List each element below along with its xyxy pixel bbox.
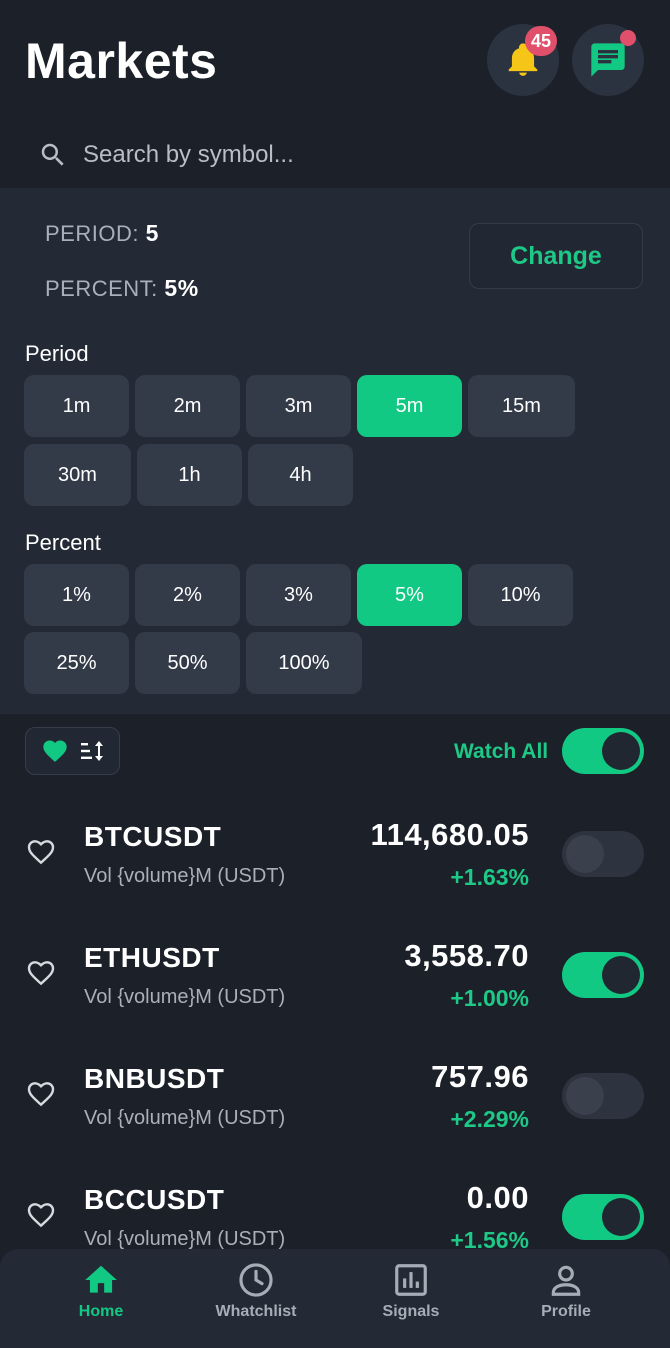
- price: 0.00: [466, 1180, 529, 1215]
- percent-chip-50[interactable]: 50%: [135, 632, 240, 694]
- symbol: ETHUSDT: [84, 942, 220, 973]
- percent-chip-25[interactable]: 25%: [24, 632, 129, 694]
- percent-chip-5[interactable]: 5%: [357, 564, 462, 626]
- nav-signals[interactable]: Signals: [336, 1249, 486, 1348]
- percent-summary-value: 5%: [164, 275, 199, 301]
- price: 3,558.70: [404, 938, 529, 973]
- nav-watchlist-label: Whatchlist: [215, 1303, 297, 1320]
- heart-outline-icon[interactable]: [24, 836, 58, 868]
- market-row-ethusdt[interactable]: ETHUSDT Vol {volume}M (USDT) 3,558.70 +1…: [0, 928, 670, 1049]
- toggle-knob: [602, 1198, 640, 1236]
- nav-signals-label: Signals: [382, 1303, 440, 1320]
- watch-toggle[interactable]: [562, 952, 644, 998]
- toggle-knob: [566, 835, 604, 873]
- change-button[interactable]: Change: [469, 223, 643, 289]
- percent-change: +2.29%: [450, 1106, 529, 1132]
- nav-profile[interactable]: Profile: [491, 1249, 641, 1348]
- watch-toggle[interactable]: [562, 831, 644, 877]
- period-summary-label: PERIOD:: [45, 221, 139, 246]
- period-chip-2m[interactable]: 2m: [135, 375, 240, 437]
- watch-all-label: Watch All: [454, 740, 549, 763]
- bar-chart-icon: [395, 1264, 427, 1296]
- heart-outline-icon[interactable]: [24, 1078, 58, 1110]
- notifications-button[interactable]: 45: [487, 24, 559, 96]
- watch-toggle[interactable]: [562, 1073, 644, 1119]
- percent-chip-100[interactable]: 100%: [246, 632, 362, 694]
- toggle-knob: [566, 1077, 604, 1115]
- sort-icon: [80, 741, 103, 761]
- percent-section-title: Percent: [25, 530, 101, 555]
- toggle-knob: [602, 732, 640, 770]
- period-chip-5m[interactable]: 5m: [357, 375, 462, 437]
- period-summary-value: 5: [145, 220, 159, 246]
- percent-chip-10[interactable]: 10%: [468, 564, 573, 626]
- percent-summary-label: PERCENT:: [45, 276, 158, 301]
- period-chip-15m[interactable]: 15m: [468, 375, 575, 437]
- percent-change: +1.00%: [450, 985, 529, 1011]
- percent-chip-3[interactable]: 3%: [246, 564, 351, 626]
- home-icon: [85, 1265, 117, 1293]
- period-section-title: Period: [25, 341, 89, 366]
- market-row-bnbusdt[interactable]: BNBUSDT Vol {volume}M (USDT) 757.96 +2.2…: [0, 1049, 670, 1170]
- watch-toggle[interactable]: [562, 1194, 644, 1240]
- nav-home-label: Home: [78, 1303, 124, 1320]
- market-row-btcusdt[interactable]: BTCUSDT Vol {volume}M (USDT) 114,680.05 …: [0, 807, 670, 928]
- volume: Vol {volume}M (USDT): [84, 1107, 286, 1129]
- percent-change: +1.63%: [450, 864, 529, 890]
- chat-icon: [591, 43, 625, 77]
- volume: Vol {volume}M (USDT): [84, 865, 286, 887]
- bottom-nav: Home Whatchlist Signals Profile: [0, 1249, 670, 1348]
- period-chip-30m[interactable]: 30m: [24, 444, 131, 506]
- period-summary: PERIOD: 5: [45, 220, 159, 247]
- toggle-knob: [602, 956, 640, 994]
- nav-profile-label: Profile: [541, 1303, 591, 1320]
- heart-outline-icon[interactable]: [24, 1199, 58, 1231]
- clock-icon: [239, 1263, 273, 1297]
- notification-badge: 45: [525, 26, 557, 56]
- search-icon: [41, 143, 64, 166]
- price: 114,680.05: [370, 817, 529, 852]
- heart-outline-icon[interactable]: [24, 957, 58, 989]
- volume: Vol {volume}M (USDT): [84, 1228, 286, 1250]
- percent-chip-1[interactable]: 1%: [24, 564, 129, 626]
- symbol: BTCUSDT: [84, 821, 222, 852]
- watch-all-toggle[interactable]: [562, 728, 644, 774]
- search-input[interactable]: Search by symbol...: [83, 141, 294, 169]
- price: 757.96: [431, 1059, 529, 1094]
- period-chip-1h[interactable]: 1h: [137, 444, 242, 506]
- percent-chip-2[interactable]: 2%: [135, 564, 240, 626]
- heart-filled-icon: [42, 740, 67, 762]
- nav-home[interactable]: Home: [26, 1249, 176, 1348]
- symbol: BCCUSDT: [84, 1184, 225, 1215]
- nav-watchlist[interactable]: Whatchlist: [181, 1249, 331, 1348]
- period-chip-4h[interactable]: 4h: [248, 444, 353, 506]
- messages-button[interactable]: [572, 24, 644, 96]
- page-title: Markets: [25, 33, 218, 89]
- person-icon: [551, 1265, 581, 1296]
- percent-summary: PERCENT: 5%: [45, 275, 199, 302]
- unread-dot: [620, 30, 636, 46]
- favorites-sort-button[interactable]: [25, 727, 120, 775]
- period-chip-3m[interactable]: 3m: [246, 375, 351, 437]
- period-chip-1m[interactable]: 1m: [24, 375, 129, 437]
- symbol: BNBUSDT: [84, 1063, 225, 1094]
- volume: Vol {volume}M (USDT): [84, 986, 286, 1008]
